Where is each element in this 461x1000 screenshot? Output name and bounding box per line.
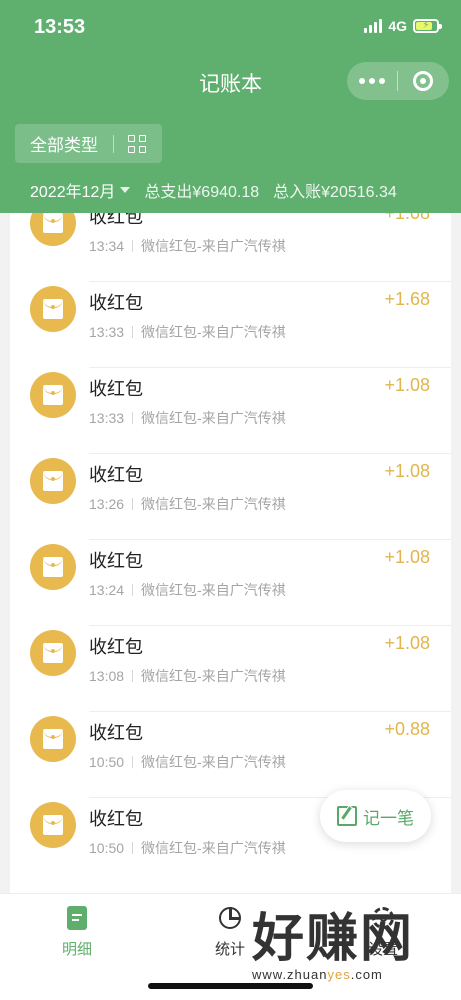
record-meta: 10:50 微信红包-来自广汽传祺 — [89, 838, 286, 858]
record-amount: +1.08 — [384, 547, 430, 567]
record-meta: 13:34 微信红包-来自广汽传祺 — [89, 236, 286, 256]
add-record-button[interactable]: 记一笔 — [320, 790, 431, 842]
list-item[interactable]: 收红包 13:26 微信红包-来自广汽传祺 +1.08 — [10, 458, 451, 557]
record-desc: 微信红包-来自广汽传祺 — [141, 754, 286, 770]
record-meta: 10:50 微信红包-来自广汽传祺 — [89, 752, 286, 772]
pie-chart-icon — [219, 907, 241, 929]
network-type: 4G — [388, 18, 407, 34]
list-item[interactable]: 收红包 13:33 微信红包-来自广汽传祺 +1.08 — [10, 372, 451, 471]
list-item[interactable]: 收红包 13:24 微信红包-来自广汽传祺 +1.08 — [10, 544, 451, 643]
miniprogram-capsule — [347, 62, 449, 100]
record-time: 13:33 — [89, 324, 125, 340]
status-time: 13:53 — [34, 16, 86, 38]
red-packet-icon — [30, 458, 76, 504]
record-meta: 13:08 微信红包-来自广汽传祺 — [89, 666, 286, 686]
watermark-title: 好赚网 — [252, 910, 415, 968]
month-label: 2022年12月 — [30, 184, 116, 201]
header: 13:53 4G ⚡ 记账本 全部类型 2022年12月 总支出¥6940.18… — [0, 0, 461, 213]
record-time: 10:50 — [89, 840, 125, 856]
status-indicators: 4G ⚡ — [364, 18, 442, 34]
document-icon — [67, 906, 87, 930]
record-meta: 13:33 微信红包-来自广汽传祺 — [89, 408, 286, 428]
red-packet-icon — [30, 286, 76, 332]
watermark-url: www.zhuanyes.com — [252, 967, 383, 982]
record-amount: +0.88 — [384, 719, 430, 739]
tab-detail-label: 明细 — [61, 941, 92, 958]
record-time: 13:24 — [89, 582, 125, 598]
target-icon[interactable] — [398, 62, 448, 100]
home-indicator — [148, 983, 313, 989]
red-packet-icon — [30, 716, 76, 762]
row-divider — [89, 539, 451, 540]
record-desc: 微信红包-来自广汽传祺 — [141, 840, 286, 856]
record-time: 13:34 — [89, 238, 125, 254]
record-time: 10:50 — [89, 754, 125, 770]
record-desc: 微信红包-来自广汽传祺 — [141, 324, 286, 340]
watermark: 好赚网 www.zhuanyes.com — [252, 911, 444, 991]
record-amount: +1.68 — [384, 289, 430, 309]
caret-down-icon — [120, 187, 131, 193]
list-item[interactable]: 收红包 13:33 微信红包-来自广汽传祺 +1.68 — [10, 286, 451, 385]
summary-bar: 2022年12月 总支出¥6940.18 总入账¥20516.34 — [30, 178, 397, 202]
record-time: 13:08 — [89, 668, 125, 684]
row-divider — [89, 367, 451, 368]
record-desc: 微信红包-来自广汽传祺 — [141, 668, 286, 684]
record-desc: 微信红包-来自广汽传祺 — [141, 496, 286, 512]
type-filter-button[interactable]: 全部类型 — [15, 124, 162, 163]
record-meta: 13:24 微信红包-来自广汽传祺 — [89, 580, 286, 600]
record-amount: +1.08 — [384, 375, 430, 395]
record-title: 收红包 — [89, 551, 143, 571]
record-desc: 微信红包-来自广汽传祺 — [141, 582, 286, 598]
record-amount: +1.08 — [384, 633, 430, 653]
signal-icon — [364, 19, 383, 33]
record-title: 收红包 — [89, 379, 143, 399]
record-time: 13:26 — [89, 496, 125, 512]
edit-icon — [337, 806, 357, 826]
red-packet-icon — [30, 802, 76, 848]
record-desc: 微信红包-来自广汽传祺 — [141, 410, 286, 426]
red-packet-icon — [30, 213, 76, 246]
record-title: 收红包 — [89, 723, 143, 743]
type-filter-label: 全部类型 — [30, 136, 98, 155]
record-amount: +1.08 — [384, 461, 430, 481]
record-meta: 13:33 微信红包-来自广汽传祺 — [89, 322, 286, 342]
list-item[interactable]: 收红包 13:34 微信红包-来自广汽传祺 +1.08 — [10, 213, 451, 299]
record-title: 收红包 — [89, 637, 143, 657]
row-divider — [89, 625, 451, 626]
record-desc: 微信红包-来自广汽传祺 — [141, 238, 286, 254]
row-divider — [89, 711, 451, 712]
row-divider — [89, 281, 451, 282]
record-meta: 13:26 微信红包-来自广汽传祺 — [89, 494, 286, 514]
battery-icon: ⚡ — [413, 19, 442, 33]
red-packet-icon — [30, 630, 76, 676]
record-time: 13:33 — [89, 410, 125, 426]
month-picker[interactable]: 2022年12月 — [30, 178, 131, 202]
row-divider — [89, 453, 451, 454]
record-title: 收红包 — [89, 293, 143, 313]
more-dots-icon[interactable] — [347, 62, 397, 100]
total-income: 总入账¥20516.34 — [273, 184, 397, 201]
tab-detail[interactable]: 明细 — [32, 904, 122, 959]
list-item[interactable]: 收红包 13:08 微信红包-来自广汽传祺 +1.08 — [10, 630, 451, 729]
red-packet-icon — [30, 544, 76, 590]
add-record-label: 记一笔 — [363, 808, 414, 828]
status-bar: 13:53 4G ⚡ — [0, 0, 461, 56]
grid-icon[interactable] — [128, 134, 146, 153]
total-expense: 总支出¥6940.18 — [144, 184, 260, 201]
record-title: 收红包 — [89, 465, 143, 485]
record-title: 收红包 — [89, 809, 143, 829]
type-filter-divider — [113, 134, 114, 153]
record-amount: +1.08 — [384, 213, 430, 223]
record-title: 收红包 — [89, 213, 143, 227]
red-packet-icon — [30, 372, 76, 418]
